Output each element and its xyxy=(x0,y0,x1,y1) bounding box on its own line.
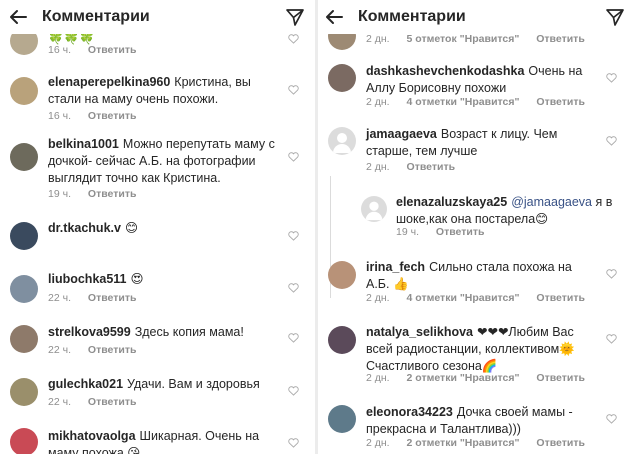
avatar[interactable] xyxy=(328,127,356,155)
comment-username[interactable]: elenaperepelkina960 xyxy=(48,75,170,89)
comment-username[interactable]: irina_fech xyxy=(366,260,425,274)
comment-username[interactable]: mikhatovaolga xyxy=(48,429,136,443)
comment-time: 16 ч. xyxy=(48,110,71,122)
page-title: Комментарии xyxy=(42,8,150,25)
comment-text: Удачи. Вам и здоровья xyxy=(127,377,260,391)
comment-username[interactable]: natalya_selikhova xyxy=(366,325,473,339)
comments-header: Комментарии xyxy=(318,0,631,34)
right-comments-panel: Комментарии 2 дн. 5 отметок "Нравится" О… xyxy=(318,0,631,454)
heart-icon[interactable] xyxy=(288,34,299,44)
comment-username[interactable]: gulechka021 xyxy=(48,377,123,391)
likes-count[interactable]: 5 отметок "Нравится" xyxy=(407,33,520,45)
left-comments-panel: Комментарии 🍀🍀🍀 16 ч. Ответить elenapere… xyxy=(0,0,315,454)
mention-link[interactable]: @jamaagaeva xyxy=(511,195,592,209)
avatar[interactable] xyxy=(328,261,356,289)
comment-time: 22 ч. xyxy=(48,292,71,304)
reply-button[interactable]: Ответить xyxy=(407,161,456,173)
avatar[interactable] xyxy=(361,196,387,222)
comment-time: 2 дн. xyxy=(366,33,390,45)
comment-time: 2 дн. xyxy=(366,292,390,304)
comment-time: 2 дн. xyxy=(366,161,390,173)
comment-text: 😍 xyxy=(130,272,144,286)
heart-icon[interactable] xyxy=(288,283,299,293)
heart-icon[interactable] xyxy=(288,85,299,95)
comment-username[interactable]: dashkashevchenkodashka xyxy=(366,64,524,78)
avatar[interactable] xyxy=(328,64,356,92)
comment-time: 2 дн. xyxy=(366,372,390,384)
avatar[interactable] xyxy=(10,222,38,250)
comment-time: 22 ч. xyxy=(48,344,71,356)
avatar[interactable] xyxy=(10,378,38,406)
reply-button[interactable]: Ответить xyxy=(88,44,137,56)
comment-username[interactable]: belkina1001 xyxy=(48,137,119,151)
heart-icon[interactable] xyxy=(288,152,299,162)
comment-text: Здесь копия мама! xyxy=(134,325,244,339)
reply-button[interactable]: Ответить xyxy=(88,292,137,304)
avatar[interactable] xyxy=(10,325,38,353)
comment-time: 16 ч. xyxy=(48,44,71,56)
heart-icon[interactable] xyxy=(288,386,299,396)
avatar[interactable] xyxy=(10,143,38,171)
comment-time: 19 ч. xyxy=(396,226,419,238)
comment-username[interactable]: eleonora34223 xyxy=(366,405,453,419)
arrow-left-icon[interactable] xyxy=(8,7,28,27)
comment-text: 😊 xyxy=(124,221,138,235)
heart-icon[interactable] xyxy=(288,231,299,241)
heart-icon[interactable] xyxy=(606,269,617,279)
likes-count[interactable]: 4 отметки "Нравится" xyxy=(407,96,520,108)
reply-button[interactable]: Ответить xyxy=(536,33,585,45)
comments-header: Комментарии xyxy=(0,0,315,34)
reply-button[interactable]: Ответить xyxy=(436,226,485,238)
arrow-left-icon[interactable] xyxy=(324,7,344,27)
comment-time: 2 дн. xyxy=(366,437,390,449)
likes-count[interactable]: 2 отметки "Нравится" xyxy=(407,437,520,449)
comment-time: 19 ч. xyxy=(48,188,71,200)
heart-icon[interactable] xyxy=(288,333,299,343)
comment-username[interactable]: jamaagaeva xyxy=(366,127,437,141)
avatar[interactable] xyxy=(10,428,38,454)
comment-username[interactable]: strelkova9599 xyxy=(48,325,131,339)
reply-button[interactable]: Ответить xyxy=(88,110,137,122)
likes-count[interactable]: 4 отметки "Нравится" xyxy=(407,292,520,304)
reply-button[interactable]: Ответить xyxy=(88,344,137,356)
paper-plane-icon[interactable] xyxy=(285,7,305,27)
comment-username[interactable]: dr.tkachuk.v xyxy=(48,221,121,235)
reply-button[interactable]: Ответить xyxy=(536,372,585,384)
page-title: Комментарии xyxy=(358,8,466,25)
reply-button[interactable]: Ответить xyxy=(536,292,585,304)
comment-time: 2 дн. xyxy=(366,96,390,108)
avatar[interactable] xyxy=(328,326,356,354)
comment-username[interactable]: elenazaluzskaya25 xyxy=(396,195,507,209)
reply-button[interactable]: Ответить xyxy=(536,96,585,108)
avatar[interactable] xyxy=(10,77,38,105)
comment-username[interactable]: liubochka511 xyxy=(48,272,127,286)
likes-count[interactable]: 2 отметки "Нравится" xyxy=(407,372,520,384)
reply-button[interactable]: Ответить xyxy=(88,188,137,200)
heart-icon[interactable] xyxy=(606,414,617,424)
heart-icon[interactable] xyxy=(606,334,617,344)
paper-plane-icon[interactable] xyxy=(605,7,625,27)
comment-time: 22 ч. xyxy=(48,396,71,408)
reply-button[interactable]: Ответить xyxy=(536,437,585,449)
default-avatar-icon xyxy=(333,133,351,153)
avatar[interactable] xyxy=(10,275,38,303)
heart-icon[interactable] xyxy=(288,438,299,448)
reply-button[interactable]: Ответить xyxy=(88,396,137,408)
avatar[interactable] xyxy=(328,405,356,433)
default-avatar-icon xyxy=(365,201,383,221)
heart-icon[interactable] xyxy=(606,136,617,146)
heart-icon[interactable] xyxy=(606,73,617,83)
